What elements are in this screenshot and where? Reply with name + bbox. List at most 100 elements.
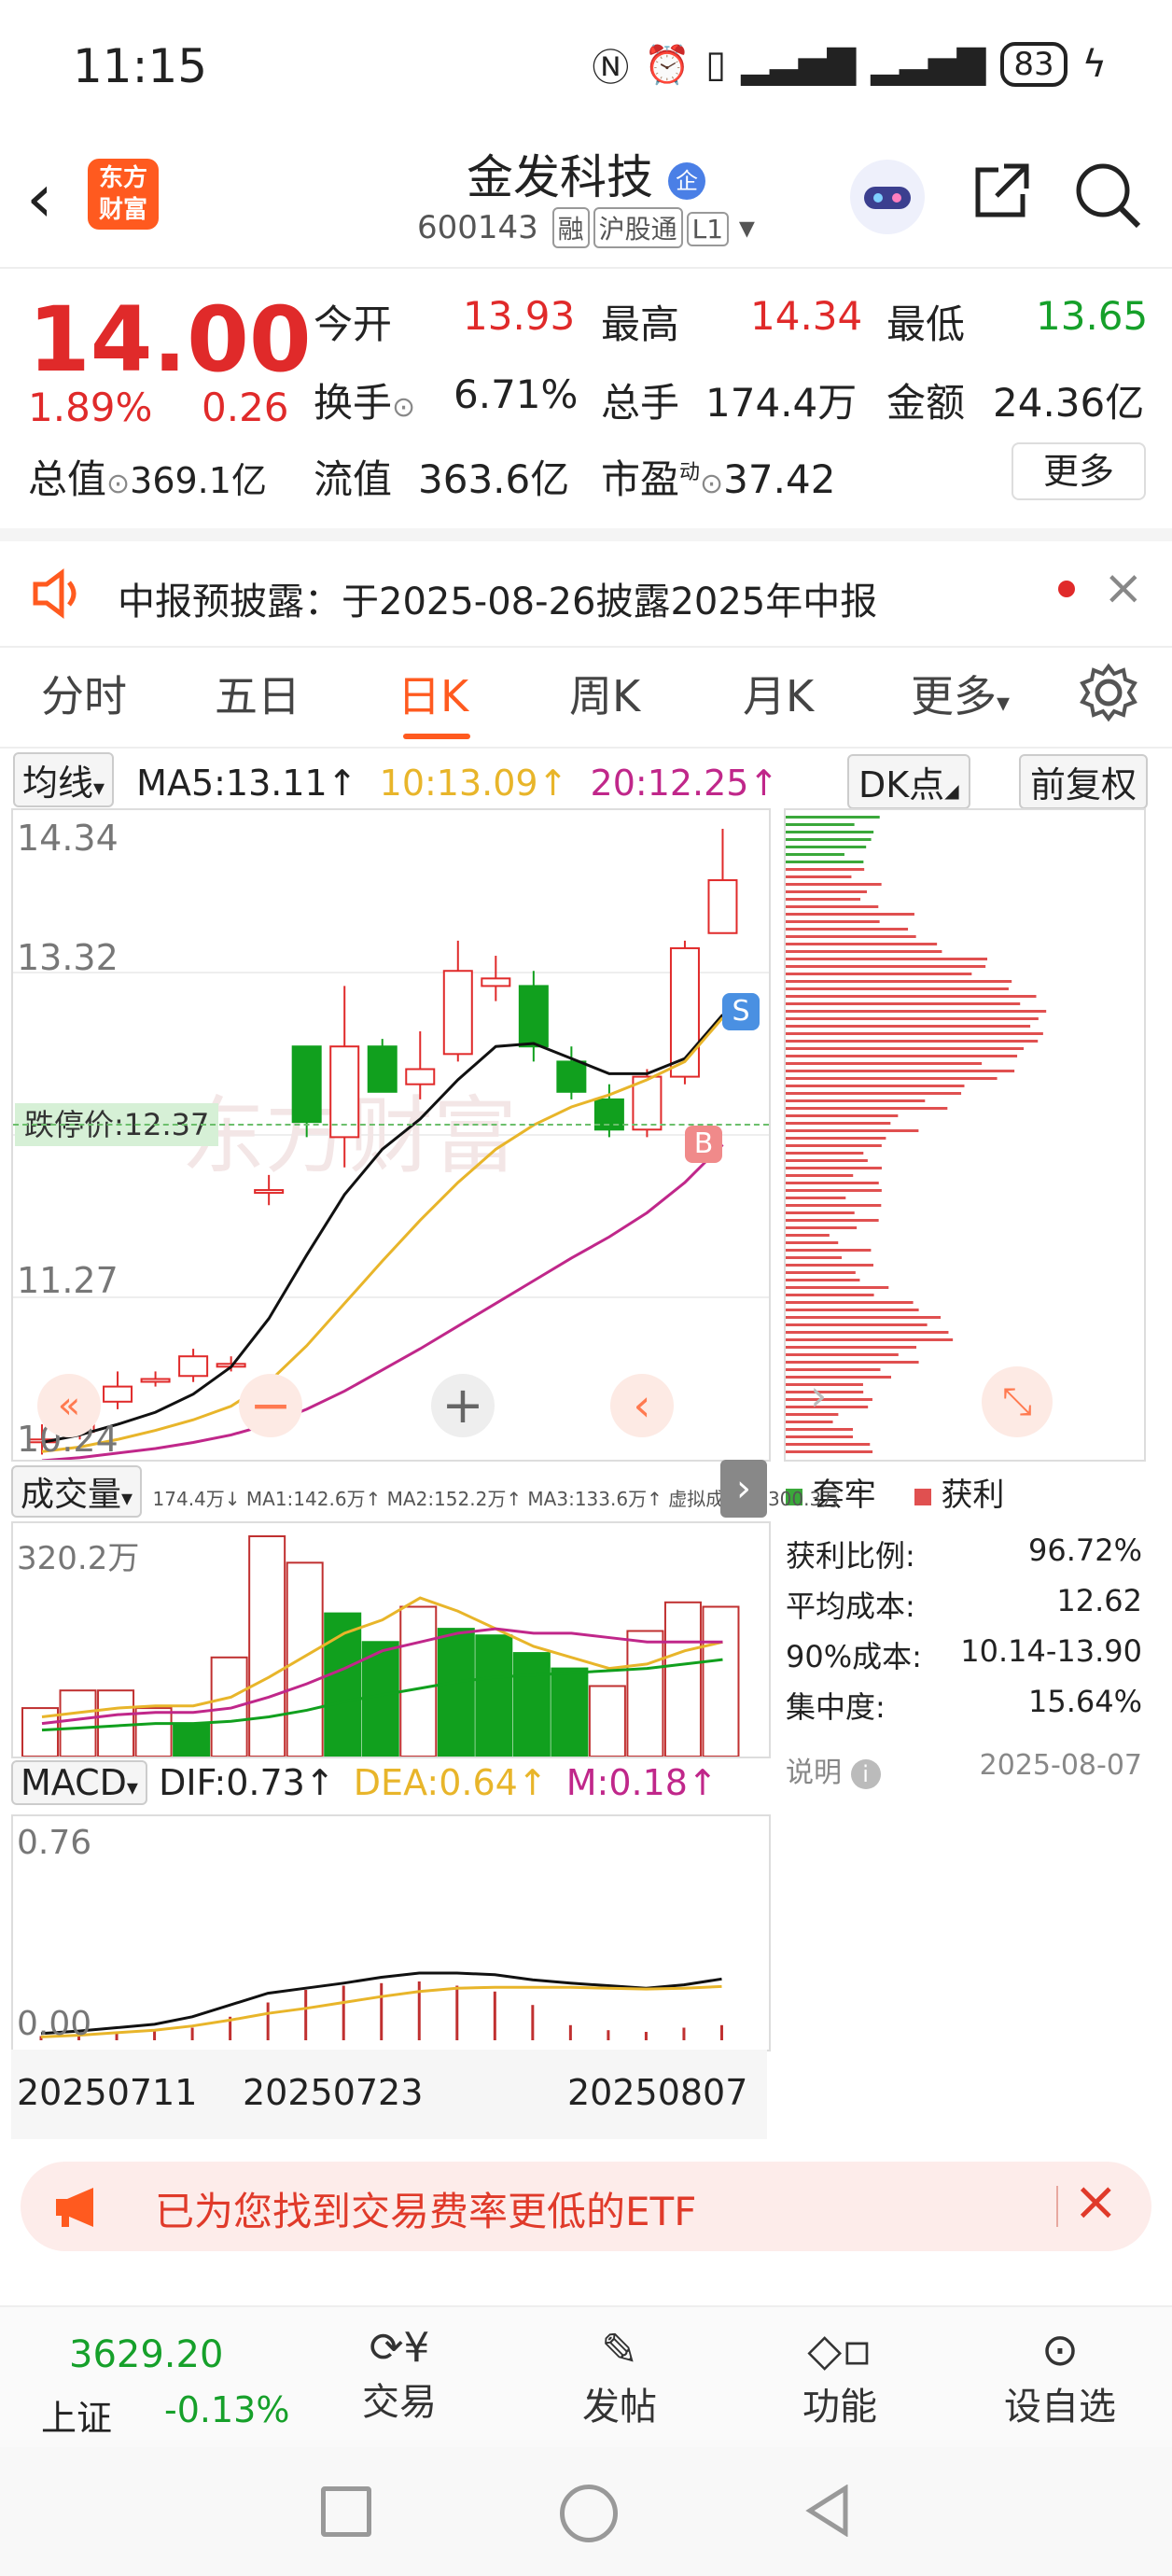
tab-more[interactable]: 更多▾ [911, 663, 1010, 724]
dist-note[interactable]: 说明 i 2025-08-07 [786, 1749, 1142, 1790]
zoom-in-button[interactable]: + [431, 1374, 495, 1437]
buy-marker[interactable]: B [685, 1126, 722, 1163]
chip-bar [786, 1182, 879, 1184]
kline-chart[interactable]: 东方财富 14.34 13.32 11.27 10.24 跌停价:12.37 B… [11, 808, 771, 1462]
close-icon[interactable]: × [1103, 560, 1144, 616]
stat-value: 15.64% [1028, 1684, 1142, 1719]
recent-apps-icon[interactable] [321, 2486, 371, 2537]
low-label: 最低 [886, 293, 965, 350]
mcap-value: 369.1亿 [130, 460, 267, 501]
tag-margin: 融 [552, 207, 590, 248]
chip-bar [786, 1338, 953, 1341]
settings-icon[interactable] [1079, 663, 1138, 722]
chip-bar [786, 1443, 870, 1446]
stat-avg-cost: 平均成本: 12.62 [786, 1583, 1142, 1626]
chip-bar [786, 1211, 855, 1214]
chip-bar [786, 1226, 857, 1229]
macd-dif: DIF:0.73↑ [159, 1762, 335, 1803]
fullscreen-icon[interactable]: ⤡ [982, 1366, 1053, 1437]
index-value[interactable]: 3629.20 [69, 2333, 223, 2376]
zoom-out-button[interactable]: − [239, 1374, 302, 1437]
trade-label: 交易 [334, 2372, 465, 2426]
date-axis: 20250711 20250723 20250807 [11, 2050, 767, 2139]
chip-bar [786, 1159, 868, 1162]
back-nav-icon[interactable] [804, 2485, 851, 2537]
tab-five-day[interactable]: 五日 [215, 663, 300, 724]
chip-bar [786, 1152, 863, 1155]
speaker-icon [30, 567, 86, 620]
stock-code: 600143 [417, 209, 538, 246]
more-button[interactable]: 更多 [1012, 442, 1146, 500]
bottom-toolbar: 3629.20 上证 -0.13% ⟳¥ 交易 ✎ 发帖 ◇▫ 功能 ⊙ 设自选 [0, 2305, 1172, 2447]
tab-weekly-k[interactable]: 周K [569, 663, 640, 724]
chip-bar [786, 1167, 882, 1169]
add-watchlist-button[interactable]: ⊙ 设自选 [995, 2307, 1125, 2430]
index-name: 上证 [41, 2389, 112, 2441]
ma10-value: 10:13.09↑ [380, 763, 568, 804]
chip-bar [786, 1294, 874, 1296]
chip-bar [786, 1107, 947, 1110]
chip-bar [786, 1353, 899, 1356]
chip-bar [786, 905, 878, 908]
chip-bar [786, 973, 971, 975]
chip-bar [786, 1271, 856, 1274]
sell-marker[interactable]: S [722, 993, 760, 1030]
function-button[interactable]: ◇▫ 功能 [774, 2307, 905, 2430]
chip-bar [786, 1316, 941, 1319]
close-icon[interactable]: × [1073, 2169, 1119, 2233]
macd-chart[interactable]: 0.76 0.00 [11, 1814, 771, 2051]
macd-y-top: 0.76 [17, 1824, 91, 1862]
note-label: 说明 [786, 1757, 842, 1789]
chip-bar [786, 1256, 842, 1259]
turnover-value: 6.71% [453, 371, 578, 417]
scroll-left-button[interactable]: ‹ [610, 1374, 674, 1437]
stock-header: ‹ 东方 财富 金发科技 企 600143 融沪股通 L1 ▾ [0, 131, 1172, 269]
trade-button[interactable]: ⟳¥ 交易 [334, 2307, 465, 2426]
post-button[interactable]: ✎ 发帖 [554, 2307, 685, 2430]
active-tab-indicator [403, 734, 470, 739]
robot-avatar-icon[interactable] [847, 157, 928, 237]
etf-banner[interactable]: 已为您找到交易费率更低的ETF × [21, 2162, 1151, 2251]
expand-left-icon[interactable]: › [810, 1370, 827, 1421]
chip-bar [786, 1002, 1020, 1005]
chip-distribution[interactable]: › ⤡ [784, 808, 1146, 1462]
volume-bar [174, 1724, 209, 1757]
ma-selector[interactable]: 均线▾ [13, 752, 114, 807]
volume-chart[interactable]: 320.2万 [11, 1521, 771, 1758]
expand-right-icon[interactable]: › [720, 1460, 767, 1518]
chip-bar [786, 1368, 880, 1371]
chip-bar [786, 1450, 872, 1453]
chip-bar [786, 1264, 873, 1267]
info-icon: ⊙ [392, 391, 415, 424]
stat-value: 96.72% [1028, 1533, 1142, 1568]
search-icon[interactable] [1071, 159, 1146, 233]
tab-more-label: 更多 [911, 671, 997, 721]
notice-bar[interactable]: 中报预披露：于2025-08-26披露2025年中报 × [0, 528, 1172, 648]
tab-daily-k[interactable]: 日K [398, 663, 468, 724]
divider [1056, 2186, 1058, 2227]
chip-bar [786, 995, 1037, 998]
home-icon[interactable] [560, 2485, 618, 2542]
chip-bar [786, 935, 916, 938]
ma-selector-label: 均线 [22, 763, 93, 804]
macd-dea: DEA:0.64↑ [354, 1762, 548, 1803]
chip-bar [786, 987, 1009, 990]
volume-bar [136, 1708, 172, 1757]
date-label: 20250711 [17, 2072, 197, 2113]
volume-selector[interactable]: 成交量▾ [11, 1465, 142, 1518]
status-time: 11:15 [73, 39, 207, 93]
info-icon: ⊙ [106, 468, 130, 500]
macd-selector[interactable]: MACD▾ [11, 1760, 147, 1805]
volume-bar [476, 1635, 511, 1757]
tab-intraday[interactable]: 分时 [41, 663, 127, 724]
candle-body [406, 1070, 434, 1085]
mcap-label: 总值 [28, 456, 106, 502]
dropdown-icon: ▾ [739, 209, 755, 246]
add-watchlist-label: 设自选 [995, 2376, 1125, 2430]
adjust-button[interactable]: 前复权 [1019, 754, 1148, 809]
share-icon[interactable] [967, 159, 1034, 226]
tab-monthly-k[interactable]: 月K [743, 663, 814, 724]
scroll-start-button[interactable]: « [37, 1374, 101, 1437]
dk-point-button[interactable]: DK点◢ [847, 754, 970, 809]
unread-dot [1058, 581, 1075, 597]
